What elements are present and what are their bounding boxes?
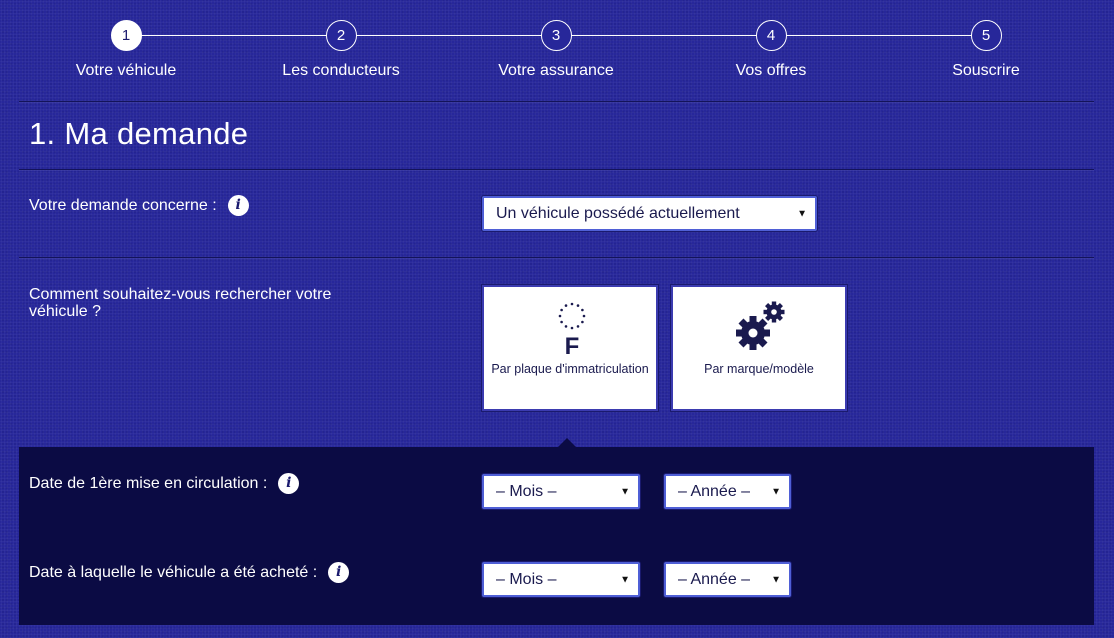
search-by-plate-card[interactable]: F Par plaque d'immatriculation: [482, 285, 658, 411]
search-by-model-label: Par marque/modèle: [704, 362, 814, 376]
divider: [19, 101, 1094, 103]
achat-year-select[interactable]: – Année – ▼: [664, 562, 791, 597]
panel-pointer: [558, 438, 576, 447]
demande-select[interactable]: Un véhicule possédé actuellement ▼: [482, 196, 817, 231]
step-4-circle: 4: [755, 20, 787, 51]
achat-month-value: – Mois –: [496, 570, 557, 588]
step-2-circle: 2: [325, 20, 357, 51]
license-plate-f-icon: F: [558, 302, 586, 357]
step-3-circle: 3: [540, 20, 572, 51]
circulation-year-select[interactable]: – Année – ▼: [664, 474, 791, 509]
info-icon[interactable]: i: [328, 562, 350, 583]
dropdown-arrow-icon: ▼: [771, 574, 781, 585]
dropdown-arrow-icon: ▼: [797, 208, 807, 219]
info-icon[interactable]: i: [278, 473, 300, 494]
step-4-label: Vos offres: [735, 62, 807, 79]
search-by-model-card[interactable]: Par marque/modèle: [671, 285, 847, 411]
section-title: 1. Ma demande: [29, 116, 249, 151]
step-5[interactable]: 5 Souscrire: [886, 20, 1086, 80]
dropdown-arrow-icon: ▼: [620, 486, 630, 497]
achat-row-label: Date à laquelle le véhicule a été acheté…: [29, 562, 350, 583]
circulation-year-value: – Année –: [678, 482, 751, 500]
demande-row-label: Votre demande concerne : i: [29, 195, 249, 216]
circulation-month-value: – Mois –: [496, 482, 557, 500]
dropdown-arrow-icon: ▼: [771, 486, 781, 497]
search-by-plate-label: Par plaque d'immatriculation: [491, 362, 649, 376]
achat-year-value: – Année –: [678, 570, 751, 588]
achat-label: Date à laquelle le véhicule a été acheté…: [29, 564, 318, 581]
info-icon[interactable]: i: [227, 195, 249, 216]
circulation-month-select[interactable]: – Mois – ▼: [482, 474, 640, 509]
demande-label: Votre demande concerne :: [29, 197, 217, 214]
achat-month-select[interactable]: – Mois – ▼: [482, 562, 640, 597]
step-4[interactable]: 4 Vos offres: [671, 20, 871, 80]
divider: [19, 169, 1094, 171]
circulation-label: Date de 1ère mise en circulation :: [29, 475, 268, 492]
dropdown-arrow-icon: ▼: [620, 574, 630, 585]
divider: [19, 257, 1094, 259]
step-3-label: Votre assurance: [498, 62, 614, 79]
step-3[interactable]: 3 Votre assurance: [456, 20, 656, 80]
step-5-circle: 5: [970, 20, 1002, 51]
step-1-circle: 1: [110, 20, 142, 51]
progress-stepper: 1 Votre véhicule 2 Les conducteurs 3 Vot…: [0, 0, 1114, 100]
plate-letter: F: [565, 333, 580, 357]
circulation-row-label: Date de 1ère mise en circulation : i: [29, 473, 300, 494]
demande-select-value: Un véhicule possédé actuellement: [496, 204, 740, 222]
step-2-label: Les conducteurs: [282, 62, 400, 79]
step-1-label: Votre véhicule: [75, 62, 177, 79]
step-5-label: Souscrire: [952, 62, 1020, 79]
step-2[interactable]: 2 Les conducteurs: [241, 20, 441, 80]
step-1[interactable]: 1 Votre véhicule: [26, 20, 226, 80]
gears-icon: [736, 301, 785, 350]
recherche-label: Comment souhaitez-vous rechercher votre …: [29, 286, 332, 320]
